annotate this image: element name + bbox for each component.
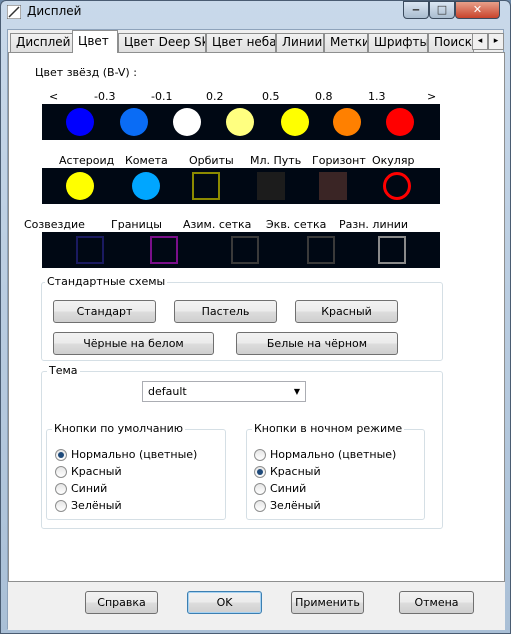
equatorial-grid-swatch[interactable] [307,236,335,264]
constellation-label: Созвездие [24,218,85,231]
misc-lines-label: Разн. линии [339,218,409,231]
minimize-button[interactable]: ‒ [403,1,429,19]
radio-icon [254,500,266,512]
help-button[interactable]: Справка [85,591,158,614]
dialog-client: Дисплей Цвет Цвет Deep Sky Цвет неба Лин… [7,29,505,630]
tab-sky-color[interactable]: Цвет неба [206,33,276,52]
tab-scroll-left-icon[interactable]: ◂ [472,33,488,50]
close-button[interactable]: ✕ [455,1,500,19]
app-icon [7,5,21,19]
line-color-strip [42,232,440,268]
asteroid-label: Астероид [59,154,115,167]
radio-icon [55,483,67,495]
eyepiece-swatch[interactable] [383,172,411,200]
orbits-swatch[interactable] [192,172,220,200]
apply-button[interactable]: Применить [291,591,364,614]
radio-icon [254,483,266,495]
window-title: Дисплей [27,4,82,18]
asteroid-swatch[interactable] [66,172,94,200]
star-color-strip [42,104,440,140]
boundaries-label: Границы [111,218,162,231]
scale-label: < [49,90,59,103]
scale-label: 0.8 [315,90,333,103]
star-swatch[interactable] [226,108,254,136]
star-swatch[interactable] [281,108,309,136]
scale-label: > [427,90,437,103]
scale-label: -0.1 [151,90,173,103]
scheme-pastel-button[interactable]: Пастель [174,300,277,323]
title-bar[interactable]: Дисплей ‒ □ ✕ [1,1,510,23]
tab-labels[interactable]: Метки [324,33,368,52]
dialog-window: Дисплей ‒ □ ✕ Дисплей Цвет Цвет Deep Sky… [0,0,511,634]
tab-fonts[interactable]: Шрифты [368,33,428,52]
dialog-footer: Справка OK Применить Отмена [8,582,505,630]
star-swatch[interactable] [386,108,414,136]
scheme-standard-button[interactable]: Стандарт [53,300,156,323]
scheme-white-on-black-button[interactable]: Белые на чёрном [236,332,398,355]
tab-bar: Дисплей Цвет Цвет Deep Sky Цвет неба Лин… [8,30,505,53]
comet-swatch[interactable] [132,172,160,200]
milky-way-swatch[interactable] [257,172,285,200]
scheme-black-on-white-button[interactable]: Чёрные на белом [53,332,214,355]
tab-search[interactable]: Поиск [428,33,474,52]
ok-button[interactable]: OK [187,591,262,614]
milky-way-label: Мл. Путь [250,154,302,167]
horizon-label: Горизонт [312,154,366,167]
radio-icon [55,500,67,512]
radio-icon [254,449,266,461]
default-buttons-title: Кнопки по умолчанию [52,422,186,435]
comet-label: Комета [125,154,168,167]
orbits-label: Орбиты [189,154,234,167]
equatorial-grid-label: Экв. сетка [266,218,327,231]
tab-scroll-right-icon[interactable]: ▸ [488,33,504,50]
color-tab-page: Цвет звёзд (B-V) : < -0.3 -0.1 0.2 0.5 0… [8,52,505,582]
horizon-swatch[interactable] [319,172,347,200]
star-swatch[interactable] [120,108,148,136]
radio-icon [254,466,266,478]
star-swatch[interactable] [66,108,94,136]
star-color-label: Цвет звёзд (B-V) : [35,66,137,79]
object-color-strip [42,168,440,204]
scheme-red-button[interactable]: Красный [295,300,398,323]
theme-title: Тема [47,364,80,377]
eyepiece-label: Окуляр [372,154,415,167]
chevron-down-icon: ▼ [293,387,300,396]
cancel-button[interactable]: Отмена [399,591,474,614]
standard-schemes-title: Стандартные схемы [45,275,168,288]
radio-icon [55,449,67,461]
constellation-swatch[interactable] [76,236,104,264]
night-buttons-title: Кнопки в ночном режиме [252,422,405,435]
theme-select-value: default [148,385,187,398]
tab-display[interactable]: Дисплей [10,33,73,52]
misc-lines-swatch[interactable] [378,236,406,264]
star-swatch[interactable] [173,108,201,136]
scale-label: 0.2 [206,90,224,103]
star-swatch[interactable] [333,108,361,136]
tab-deep-sky-color[interactable]: Цвет Deep Sky [118,33,206,52]
radio-icon [55,466,67,478]
tab-lines[interactable]: Линии [276,33,324,52]
azimuth-grid-swatch[interactable] [231,236,259,264]
scale-label: -0.3 [94,90,116,103]
maximize-button[interactable]: □ [429,1,455,19]
tab-color[interactable]: Цвет [72,30,118,53]
scale-label: 0.5 [262,90,280,103]
azimuth-grid-label: Азим. сетка [183,218,252,231]
theme-select[interactable]: default ▼ [142,381,306,402]
boundaries-swatch[interactable] [150,236,178,264]
scale-label: 1.3 [368,90,386,103]
